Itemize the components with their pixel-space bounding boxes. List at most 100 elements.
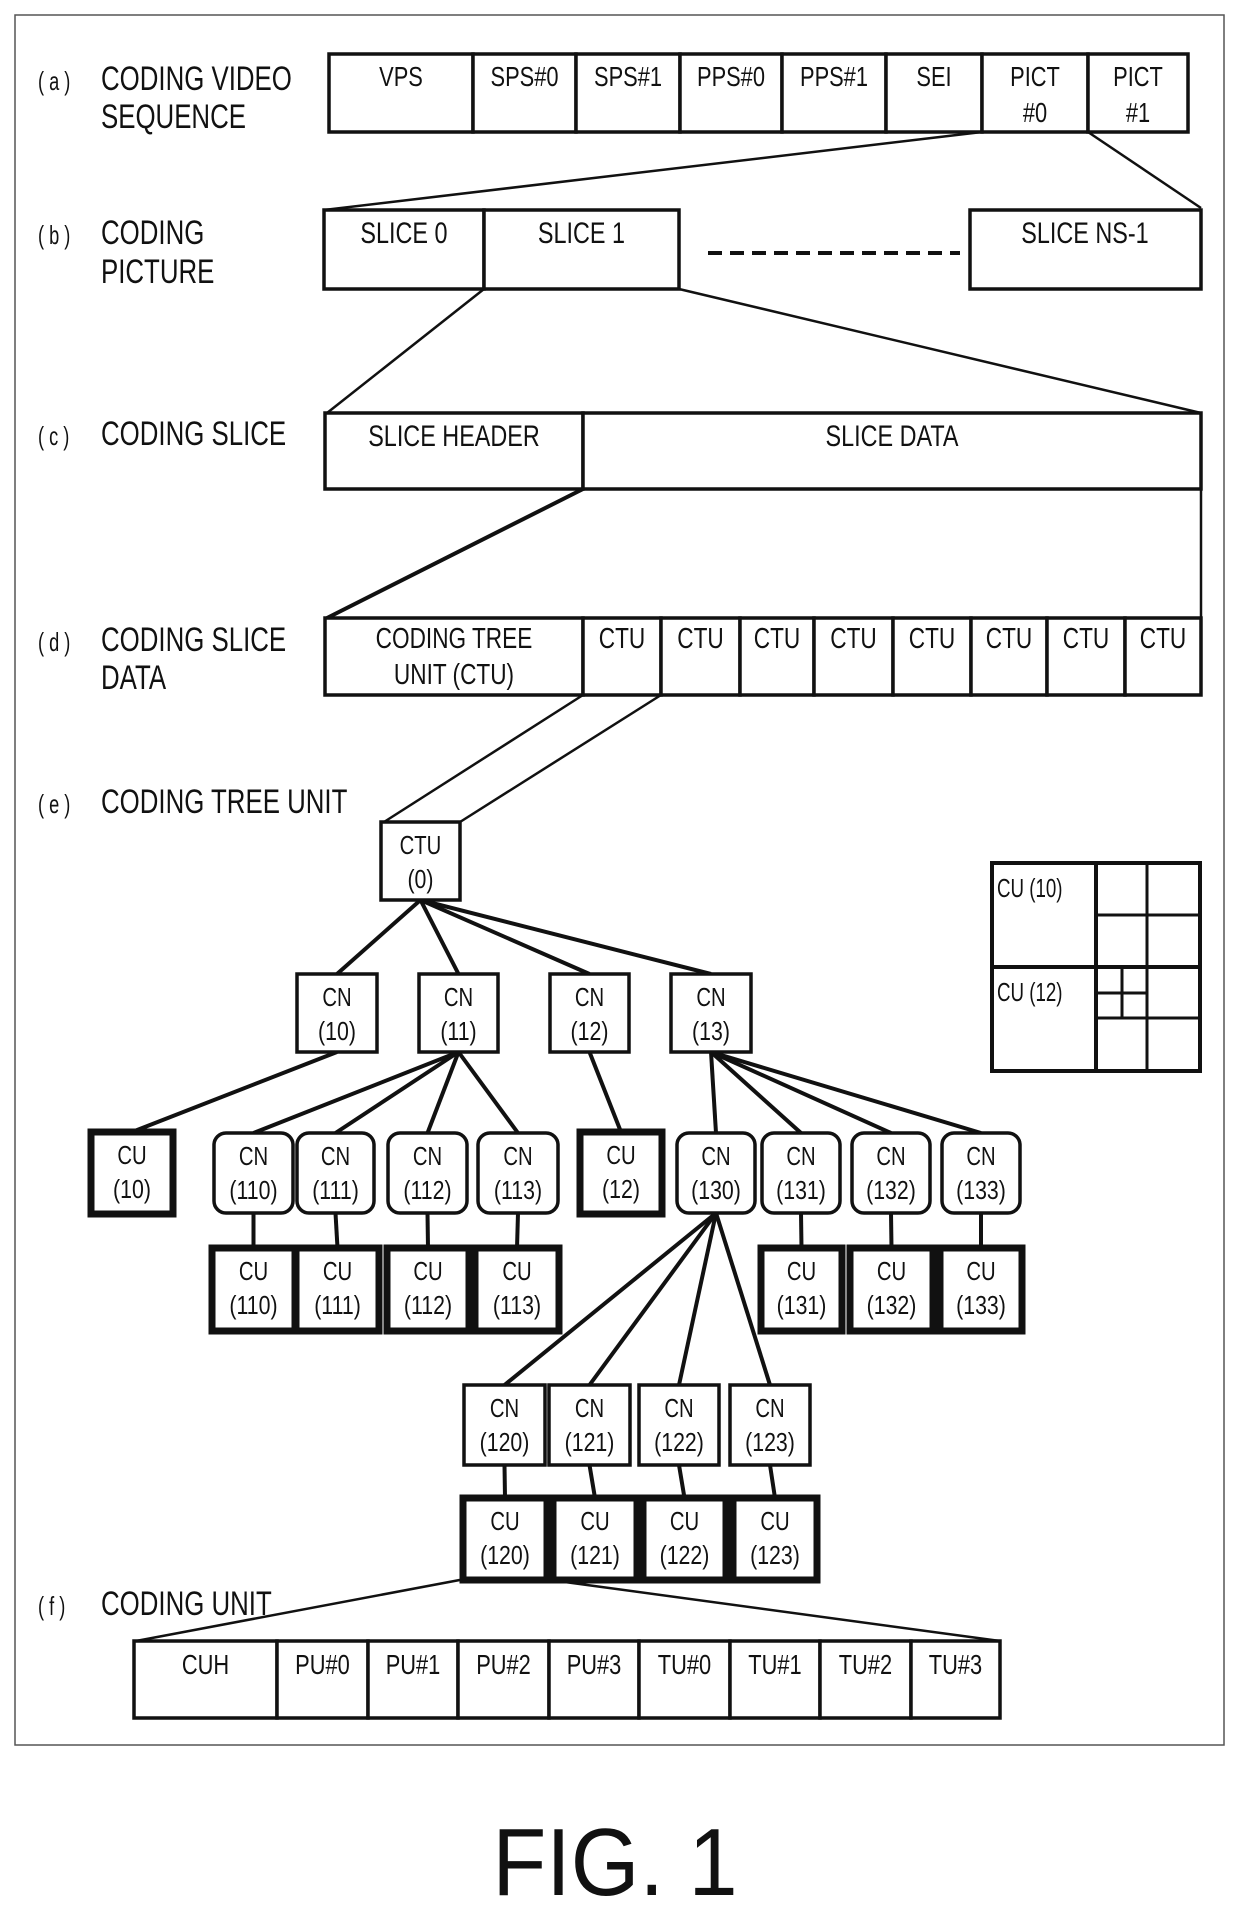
node-kind: CN <box>503 1142 532 1171</box>
slice-row-cell[interactable]: SLICE HEADER <box>323 411 585 491</box>
node-kind: CU <box>787 1257 816 1286</box>
tree-node-cn120[interactable]: CN (120) <box>462 1383 547 1467</box>
slice-data-row-cell[interactable]: CTU <box>1123 616 1203 697</box>
tree-node-cn121[interactable]: CN (121) <box>547 1383 632 1467</box>
coding-unit-row-cell[interactable]: PU#3 <box>547 1639 641 1720</box>
tree-node-cu132[interactable]: CU (132) <box>846 1244 937 1335</box>
node-kind: CU <box>877 1257 906 1286</box>
tree-node-ctu0[interactable]: CTU (0) <box>379 820 462 902</box>
node-kind: CU <box>239 1257 268 1286</box>
cell-label: PU#2 <box>476 1649 531 1680</box>
cell-label: PPS#1 <box>800 61 868 92</box>
tree-node-cu12[interactable]: CU (12) <box>576 1128 666 1218</box>
tree-node-cn11[interactable]: CN (11) <box>417 972 500 1054</box>
node-kind: CU <box>580 1507 609 1536</box>
picture-row-cell[interactable]: SLICE 1 <box>482 208 681 291</box>
node-kind: CU <box>670 1507 699 1536</box>
cell-label: SLICE 0 <box>360 216 447 249</box>
tree-node-cu121[interactable]: CU (121) <box>549 1494 641 1584</box>
picture-row-last[interactable]: SLICE NS-1 <box>968 208 1203 291</box>
node-id: (0) <box>407 865 433 895</box>
section-title: SEQUENCE <box>101 99 246 136</box>
node-id: (131) <box>777 1291 827 1321</box>
tree-edge-cn122-cu122 <box>677 1464 687 1499</box>
sequence-row-cell[interactable]: SPS#1 <box>574 52 682 134</box>
slice-row-cell[interactable]: SLICE DATA <box>581 411 1203 491</box>
cell-label: SEI <box>916 61 951 92</box>
tree-node-cn111[interactable]: CN (111) <box>295 1131 376 1215</box>
slice-data-row-cell[interactable]: CTU <box>969 616 1049 697</box>
slice-data-row-cell[interactable]: CTU <box>659 616 742 697</box>
section-marker: ( a ) <box>38 67 70 96</box>
sequence-row-cell[interactable]: PICT #1 <box>1086 52 1190 134</box>
tree-node-cu111[interactable]: CU (111) <box>292 1244 383 1335</box>
tree-edge-cn13-cn133 <box>710 1050 982 1135</box>
sequence-row-cell[interactable]: PPS#1 <box>780 52 888 134</box>
slice-data-row-cell[interactable]: CTU <box>891 616 973 697</box>
tree-node-cu131[interactable]: CU (131) <box>757 1244 846 1335</box>
tree-node-cn132[interactable]: CN (132) <box>850 1131 932 1215</box>
tree-node-cn110[interactable]: CN (110) <box>212 1131 295 1215</box>
tree-node-cn12[interactable]: CN (12) <box>548 972 631 1054</box>
tree-node-cn13[interactable]: CN (13) <box>669 972 753 1054</box>
sequence-row-cell[interactable]: SPS#0 <box>471 52 578 134</box>
node-id: (112) <box>404 1291 452 1321</box>
tree-node-cu112[interactable]: CU (112) <box>383 1244 473 1335</box>
coding-unit-row-cell[interactable]: TU#0 <box>637 1639 732 1720</box>
tree-node-cu113[interactable]: CU (113) <box>471 1244 563 1335</box>
node-kind: CN <box>701 1142 730 1171</box>
coding-unit-row-cell[interactable]: PU#2 <box>456 1639 551 1720</box>
node-kind: CU <box>966 1257 995 1286</box>
coding-unit-row-cell[interactable]: CUH <box>132 1639 279 1720</box>
tree-node-cn113[interactable]: CN (113) <box>476 1131 560 1215</box>
coding-unit-row-cell[interactable]: TU#2 <box>818 1639 913 1720</box>
node-id: (121) <box>570 1541 620 1571</box>
connector-line <box>326 487 584 620</box>
picture-row-cell[interactable]: SLICE 0 <box>322 208 486 291</box>
cell-label: UNIT (CTU) <box>394 657 514 690</box>
sequence-row-cell[interactable]: PPS#0 <box>678 52 784 134</box>
node-kind: CN <box>575 983 604 1012</box>
sequence-row-cell[interactable]: VPS <box>327 52 475 134</box>
sequence-row-cell[interactable]: PICT #0 <box>980 52 1090 134</box>
tree-node-cn130[interactable]: CN (130) <box>675 1131 757 1215</box>
cell-label: SLICE NS-1 <box>1021 216 1148 249</box>
tree-node-cu120[interactable]: CU (120) <box>459 1494 551 1584</box>
coding-unit-row-cell[interactable]: PU#1 <box>366 1639 460 1720</box>
slice-data-row-cell[interactable]: CTU <box>812 616 895 697</box>
tree-node-cu10[interactable]: CU (10) <box>87 1128 177 1218</box>
tree-node-cn133[interactable]: CN (133) <box>940 1131 1022 1215</box>
cell-label: CUH <box>182 1649 229 1680</box>
tree-edge-cn12-cu12 <box>587 1051 623 1133</box>
coding-unit-row-cell[interactable]: TU#1 <box>728 1639 822 1720</box>
connector-line <box>678 287 1202 415</box>
section-title: DATA <box>101 660 167 697</box>
slice-data-row-cell[interactable]: CTU <box>1045 616 1127 697</box>
cell-label: TU#2 <box>839 1649 892 1680</box>
slice-data-row-cell[interactable]: CTU <box>738 616 816 697</box>
cell-label: SLICE HEADER <box>368 419 540 452</box>
node-kind: CN <box>490 1394 519 1423</box>
coding-unit-row-cell[interactable]: PU#0 <box>275 1639 370 1720</box>
slice-data-row-cell[interactable]: CODING TREEUNIT (CTU) <box>323 616 585 697</box>
coding-unit-row-cell[interactable]: TU#3 <box>909 1639 1002 1720</box>
section-marker: ( e ) <box>38 790 70 819</box>
node-id: (133) <box>956 1291 1006 1321</box>
tree-node-cn10[interactable]: CN (10) <box>295 972 379 1054</box>
node-kind: CN <box>322 983 351 1012</box>
tree-node-cn122[interactable]: CN (122) <box>637 1383 721 1467</box>
tree-edge-cn132-cu132 <box>889 1212 894 1249</box>
sequence-row-cell[interactable]: SEI <box>884 52 984 134</box>
tree-node-cu122[interactable]: CU (122) <box>639 1494 730 1584</box>
tree-node-cn131[interactable]: CN (131) <box>760 1131 842 1215</box>
tree-node-cu110[interactable]: CU (110) <box>208 1244 299 1335</box>
tree-node-cu133[interactable]: CU (133) <box>936 1244 1026 1335</box>
tree-node-cn112[interactable]: CN (112) <box>386 1131 469 1215</box>
slice-data-row-cell[interactable]: CTU <box>581 616 663 697</box>
tree-node-cu123[interactable]: CU (123) <box>729 1494 821 1584</box>
node-id: (131) <box>776 1176 826 1206</box>
tree-edge-ctu0-cn10 <box>335 898 422 976</box>
tree-node-cn123[interactable]: CN (123) <box>728 1383 812 1467</box>
node-id: (113) <box>494 1176 542 1206</box>
cell-label: PU#0 <box>295 1649 350 1680</box>
